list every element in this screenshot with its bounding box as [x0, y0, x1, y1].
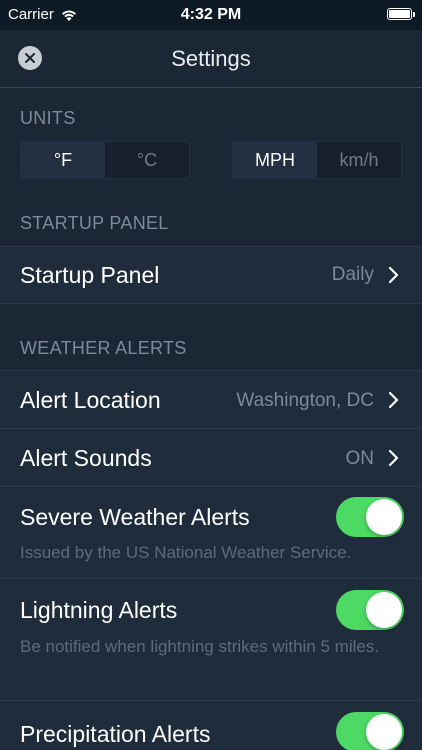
speed-unit-selector: MPH km/h	[232, 141, 402, 179]
unit-celsius-option[interactable]: °C	[105, 142, 189, 178]
chevron-right-icon	[388, 266, 399, 284]
lightning-alerts-label: Lightning Alerts	[20, 597, 178, 623]
precipitation-alerts-label: Precipitation Alerts	[20, 721, 211, 747]
alert-sounds-value: ON	[345, 448, 375, 469]
alert-sounds-row[interactable]: Alert Sounds ON	[0, 429, 422, 486]
lightning-alerts-row: Lightning Alerts Be notified when lightn…	[0, 579, 422, 700]
status-time: 4:32 PM	[180, 6, 242, 23]
alert-location-value: Washington, DC	[236, 390, 374, 411]
startup-panel-row[interactable]: Startup Panel Daily	[0, 247, 422, 303]
startup-panel-header: STARTUP PANEL	[20, 213, 169, 233]
unit-fahrenheit-option[interactable]: °F	[21, 142, 105, 178]
lightning-alerts-description: Be notified when lightning strikes withi…	[20, 637, 380, 656]
precipitation-alerts-toggle[interactable]	[336, 712, 404, 750]
units-header: UNITS	[20, 108, 76, 128]
nav-bar: Settings	[0, 30, 422, 88]
chevron-right-icon	[388, 449, 399, 467]
toggle-knob	[366, 499, 402, 535]
page-title: Settings	[171, 46, 251, 71]
weather-alerts-header: WEATHER ALERTS	[20, 338, 187, 358]
severe-weather-alerts-row: Severe Weather Alerts Issued by the US N…	[0, 487, 422, 578]
divider	[0, 303, 422, 304]
temperature-unit-selector: °F °C	[20, 141, 190, 179]
alert-sounds-label: Alert Sounds	[20, 445, 152, 471]
battery-icon	[387, 8, 415, 20]
severe-weather-alerts-label: Severe Weather Alerts	[20, 504, 250, 530]
precipitation-alerts-row: Precipitation Alerts	[0, 701, 422, 750]
toggle-knob	[366, 714, 402, 750]
alert-location-label: Alert Location	[20, 387, 161, 413]
startup-panel-value: Daily	[331, 264, 374, 285]
alert-location-row[interactable]: Alert Location Washington, DC	[0, 371, 422, 428]
settings-content: UNITS °F °C MPH km/h STARTUP PANEL Start…	[0, 88, 422, 750]
lightning-alerts-toggle[interactable]	[336, 590, 404, 630]
severe-weather-alerts-toggle[interactable]	[336, 497, 404, 537]
chevron-right-icon	[388, 391, 399, 409]
severe-weather-alerts-description: Issued by the US National Weather Servic…	[20, 543, 352, 562]
toggle-knob	[366, 592, 402, 628]
startup-panel-label: Startup Panel	[20, 262, 160, 288]
unit-mph-option[interactable]: MPH	[233, 142, 317, 178]
status-bar: Carrier 4:32 PM	[0, 0, 422, 30]
unit-kmh-option[interactable]: km/h	[317, 142, 401, 178]
